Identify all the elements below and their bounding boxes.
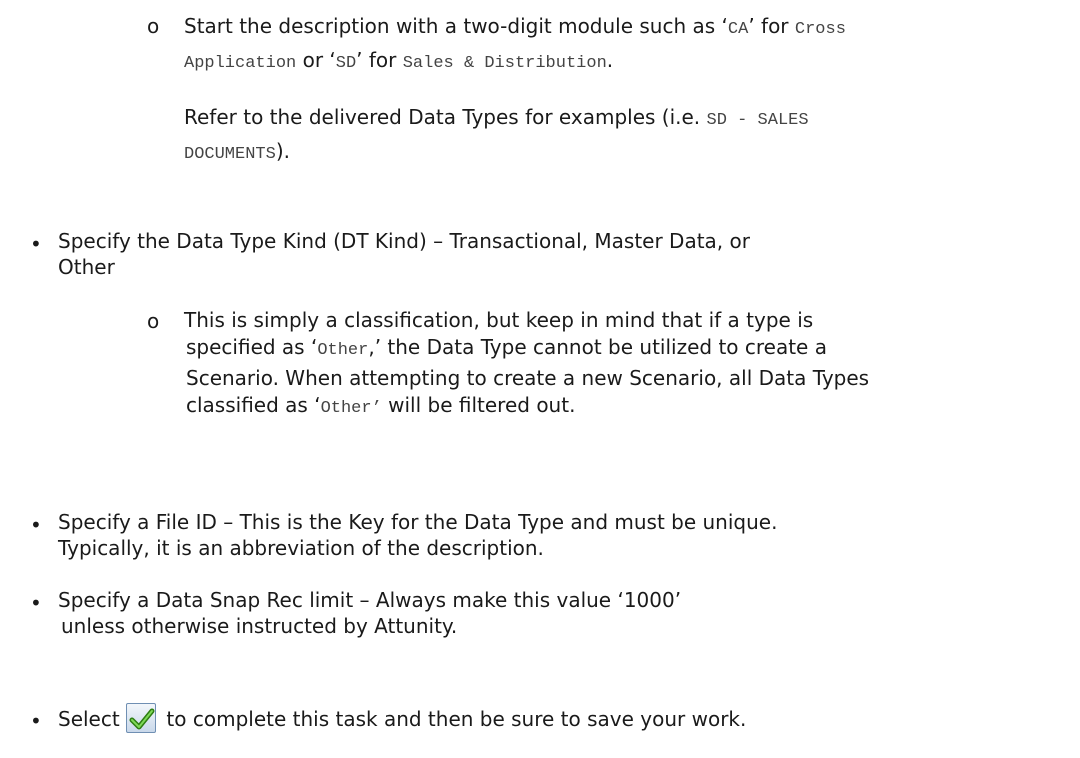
bullet-dt-kind: • — [30, 232, 42, 256]
dt-kind-text: Specify the Data Type Kind (DT Kind) – T… — [58, 229, 750, 279]
file-id-text: Specify a File ID – This is the Key for … — [58, 510, 778, 560]
document-page: { "section1": { "marker": "o", "p1_a": "… — [0, 0, 1080, 758]
bullet-select: • — [30, 709, 42, 733]
description-rule-text: Start the description with a two-digit m… — [184, 14, 846, 73]
bullet-file-id: • — [30, 513, 42, 537]
bullet-snap-limit: • — [30, 591, 42, 615]
snap-limit-text: Specify a Data Snap Rec limit – Always m… — [58, 588, 682, 638]
sub-bullet-marker: o — [147, 309, 160, 333]
green-checkmark-icon[interactable] — [126, 703, 157, 733]
select-instruction: Select to complete this task and then be… — [58, 703, 746, 734]
data-types-reference-text: Refer to the delivered Data Types for ex… — [184, 105, 809, 164]
sub-bullet-marker: o — [147, 14, 160, 38]
classification-note: This is simply a classification, but kee… — [184, 308, 870, 418]
